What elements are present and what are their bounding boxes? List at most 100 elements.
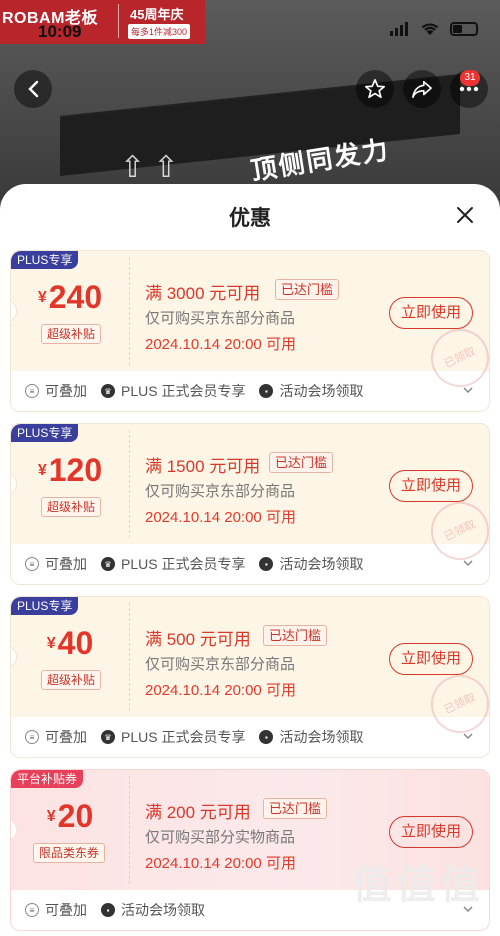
coupon-amount: ¥120 xyxy=(11,452,129,489)
watermark-logo: 值值值 xyxy=(352,862,484,908)
stack-icon: ≡ xyxy=(25,557,39,571)
coupon-scope: 仅可购买部分实物商品 xyxy=(145,829,296,846)
footer-text: PLUS 正式会员专享 xyxy=(121,383,246,399)
chevron-down-icon[interactable] xyxy=(463,558,473,568)
coupon-condition: 满 500 元可用 xyxy=(145,630,251,649)
plus-member-note: ♛ PLUS 正式会员专享 xyxy=(101,554,245,574)
coupon-condition: 满 1500 元可用 xyxy=(145,457,261,476)
stackable-note: ≡ 可叠加 xyxy=(25,900,87,920)
ticket-icon: ▪ xyxy=(259,730,274,744)
brand-anniversary: 45周年庆 xyxy=(130,7,184,22)
currency-symbol: ¥ xyxy=(46,808,56,825)
footer-text: PLUS 正式会员专享 xyxy=(121,556,246,572)
system-icons xyxy=(390,22,478,36)
status-bar: ROBAM老板 45周年庆 每多1件减300 10:09 xyxy=(0,0,500,45)
coupon-date: 2024.10.14 20:00 可用 xyxy=(145,855,296,872)
coupon-tag: PLUS专享 xyxy=(11,424,79,442)
threshold-badge: 已达门槛 xyxy=(275,279,340,300)
ticket-icon: ▪ xyxy=(101,903,115,917)
wifi-icon xyxy=(421,23,439,35)
stack-icon: ≡ xyxy=(25,730,39,744)
use-now-button[interactable]: 立即使用 xyxy=(389,816,473,848)
watermark-site: zhizhizhi.com xyxy=(350,904,451,919)
subsidy-label: 超级补贴 xyxy=(41,497,102,517)
venue-note: ▪ 活动会场领取 xyxy=(259,727,363,747)
footer-text: 可叠加 xyxy=(45,556,87,572)
stackable-note: ≡ 可叠加 xyxy=(25,727,87,747)
footer-text: PLUS 正式会员专享 xyxy=(121,729,246,745)
coupon-sheet: 优惠 PLUS专享 ¥240 超级补贴 满 3000 元可用 已达门槛 仅可购买… xyxy=(0,184,500,936)
brand-promo: 每多1件减300 xyxy=(128,24,191,39)
signal-icon xyxy=(390,22,408,36)
share-icon xyxy=(412,80,432,98)
footer-text: 可叠加 xyxy=(45,729,87,745)
star-icon xyxy=(365,79,385,99)
ticket-icon: ▪ xyxy=(259,384,274,398)
chevron-left-icon xyxy=(28,80,39,98)
threshold-badge: 已达门槛 xyxy=(269,452,334,473)
coupon-amount: ¥20 xyxy=(11,798,129,835)
stackable-note: ≡ 可叠加 xyxy=(25,554,87,574)
coupon-date: 2024.10.14 20:00 可用 xyxy=(145,336,296,353)
more-dots-icon xyxy=(459,86,479,92)
amount-value: 20 xyxy=(57,798,94,834)
currency-symbol: ¥ xyxy=(37,462,47,479)
footer-text: 活动会场领取 xyxy=(279,729,364,745)
coupon-condition: 满 200 元可用 xyxy=(145,803,251,822)
back-button[interactable] xyxy=(14,70,52,108)
amount-value: 240 xyxy=(48,279,103,315)
subsidy-label: 限品类东券 xyxy=(33,843,106,863)
venue-note: ▪ 活动会场领取 xyxy=(259,381,363,401)
footer-text: 活动会场领取 xyxy=(279,556,364,572)
share-button[interactable] xyxy=(403,70,441,108)
subsidy-label: 超级补贴 xyxy=(41,670,102,690)
dashed-divider xyxy=(129,430,130,538)
coupon-card: PLUS专享 ¥40 超级补贴 满 500 元可用 已达门槛 仅可购买京东部分商… xyxy=(10,596,490,758)
chevron-down-icon[interactable] xyxy=(463,731,473,741)
favorite-button[interactable] xyxy=(356,70,394,108)
dashed-divider xyxy=(129,603,130,711)
coupon-date: 2024.10.14 20:00 可用 xyxy=(145,509,296,526)
dashed-divider xyxy=(129,776,130,884)
subsidy-label: 超级补贴 xyxy=(41,324,102,344)
coupon-tag: PLUS专享 xyxy=(11,251,79,269)
footer-text: 活动会场领取 xyxy=(121,902,205,918)
dashed-divider xyxy=(129,257,130,365)
sheet-title: 优惠 xyxy=(229,207,271,230)
use-now-button[interactable]: 立即使用 xyxy=(389,297,473,329)
stack-icon: ≡ xyxy=(25,903,39,917)
stackable-note: ≡ 可叠加 xyxy=(25,381,87,401)
coupon-card: PLUS专享 ¥240 超级补贴 满 3000 元可用 已达门槛 仅可购买京东部… xyxy=(10,250,490,412)
coupon-tag: 平台补贴券 xyxy=(11,770,84,788)
amount-value: 40 xyxy=(57,625,94,661)
coupon-card: PLUS专享 ¥120 超级补贴 满 1500 元可用 已达门槛 仅可购买京东部… xyxy=(10,423,490,585)
status-time: 10:09 xyxy=(38,22,82,41)
chevron-down-icon[interactable] xyxy=(463,385,473,395)
coupon-scope: 仅可购买京东部分商品 xyxy=(145,483,296,500)
brand-divider xyxy=(118,4,119,38)
close-icon[interactable] xyxy=(454,204,476,226)
amount-value: 120 xyxy=(48,452,103,488)
coupon-scope: 仅可购买京东部分商品 xyxy=(145,656,296,673)
crown-icon: ♛ xyxy=(101,384,115,398)
plus-member-note: ♛ PLUS 正式会员专享 xyxy=(101,727,245,747)
coupon-condition: 满 3000 元可用 xyxy=(145,284,261,303)
currency-symbol: ¥ xyxy=(46,635,56,652)
coupon-footer: ≡ 可叠加 ♛ PLUS 正式会员专享 ▪ 活动会场领取 xyxy=(25,554,377,574)
crown-icon: ♛ xyxy=(101,557,115,571)
crown-icon: ♛ xyxy=(101,730,115,744)
coupon-footer: ≡ 可叠加 ▪ 活动会场领取 xyxy=(25,900,219,920)
use-now-button[interactable]: 立即使用 xyxy=(389,643,473,675)
venue-note: ▪ 活动会场领取 xyxy=(101,900,205,920)
coupon-date: 2024.10.14 20:00 可用 xyxy=(145,682,296,699)
notification-badge: 31 xyxy=(460,70,480,86)
use-now-button[interactable]: 立即使用 xyxy=(389,470,473,502)
venue-note: ▪ 活动会场领取 xyxy=(259,554,363,574)
threshold-badge: 已达门槛 xyxy=(263,798,328,819)
footer-text: 活动会场领取 xyxy=(279,383,364,399)
threshold-badge: 已达门槛 xyxy=(263,625,328,646)
coupon-footer: ≡ 可叠加 ♛ PLUS 正式会员专享 ▪ 活动会场领取 xyxy=(25,727,377,747)
brand-banner: ROBAM老板 45周年庆 每多1件减300 xyxy=(0,0,205,44)
coupon-scope: 仅可购买京东部分商品 xyxy=(145,310,296,327)
coupon-tag: PLUS专享 xyxy=(11,597,79,615)
